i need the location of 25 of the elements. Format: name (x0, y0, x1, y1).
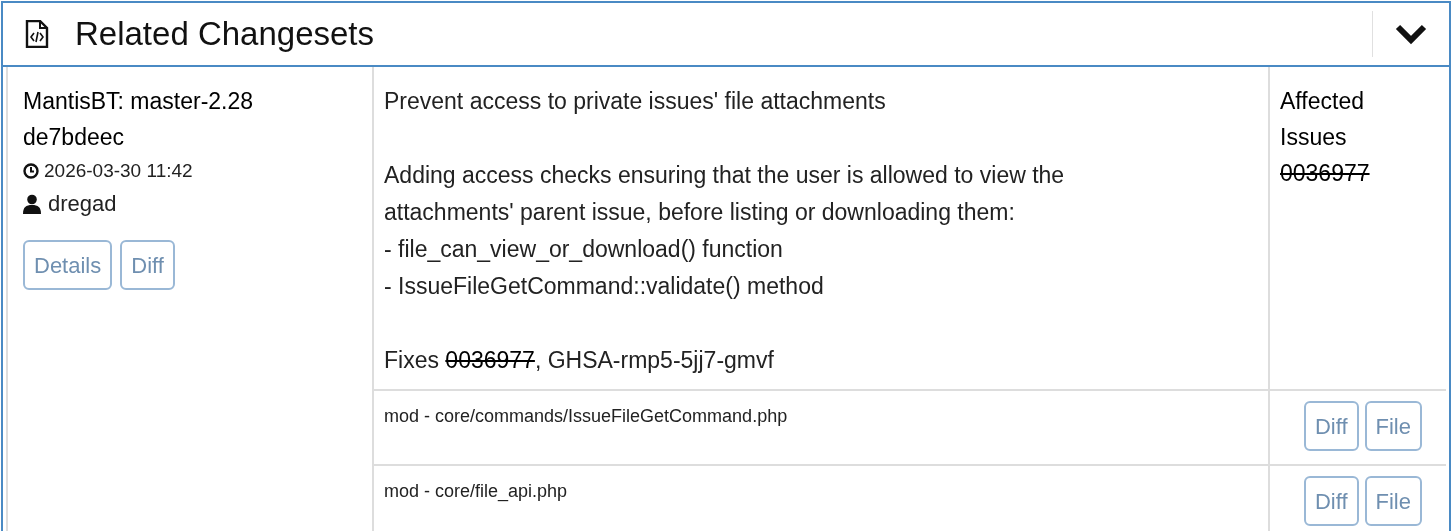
commit-message-line: Adding access checks ensuring that the user is allowed to view the attachments' parent issue, before listing or downloading them: (384, 161, 1066, 227)
commit-summary: Prevent access to private issues' file attachments (384, 87, 887, 116)
issue-link[interactable]: 0036977 (1280, 160, 1370, 186)
repository-name: MantisBT: master-2.28 (23, 87, 255, 116)
action-button[interactable]: File (1364, 476, 1422, 526)
affected-issues-label: Affected Issues (1280, 87, 1365, 152)
commit-message-line: - IssueFileGetCommand::validate() method (384, 272, 825, 301)
timestamp: 2026-03-30 11:42 (44, 159, 193, 183)
chevron-down-icon (1395, 23, 1427, 45)
commit-message-line: - file_can_view_or_download() function (384, 235, 784, 264)
user-icon (23, 194, 41, 214)
changed-file-path: mod - core/file_api.php (384, 481, 568, 501)
panel-title: Related Changesets (75, 14, 375, 55)
author-name: dregad (48, 190, 117, 218)
fixes-line: Fixes 0036977, GHSA-rmp5-5jj7-gmvf (384, 346, 775, 375)
action-button[interactable]: Diff (1303, 401, 1359, 451)
action-button[interactable]: Details (23, 240, 113, 290)
action-button[interactable]: Diff (1303, 476, 1359, 526)
changed-file-path: mod - core/commands/IssueFileGetCommand.php (384, 406, 788, 426)
issue-link[interactable]: 0036977 (445, 347, 535, 373)
action-button[interactable]: Diff (120, 240, 175, 290)
action-button[interactable]: File (1364, 401, 1422, 451)
clock-icon (23, 163, 39, 179)
code-file-icon (25, 20, 49, 48)
revision-id: de7bdeec (23, 123, 126, 152)
